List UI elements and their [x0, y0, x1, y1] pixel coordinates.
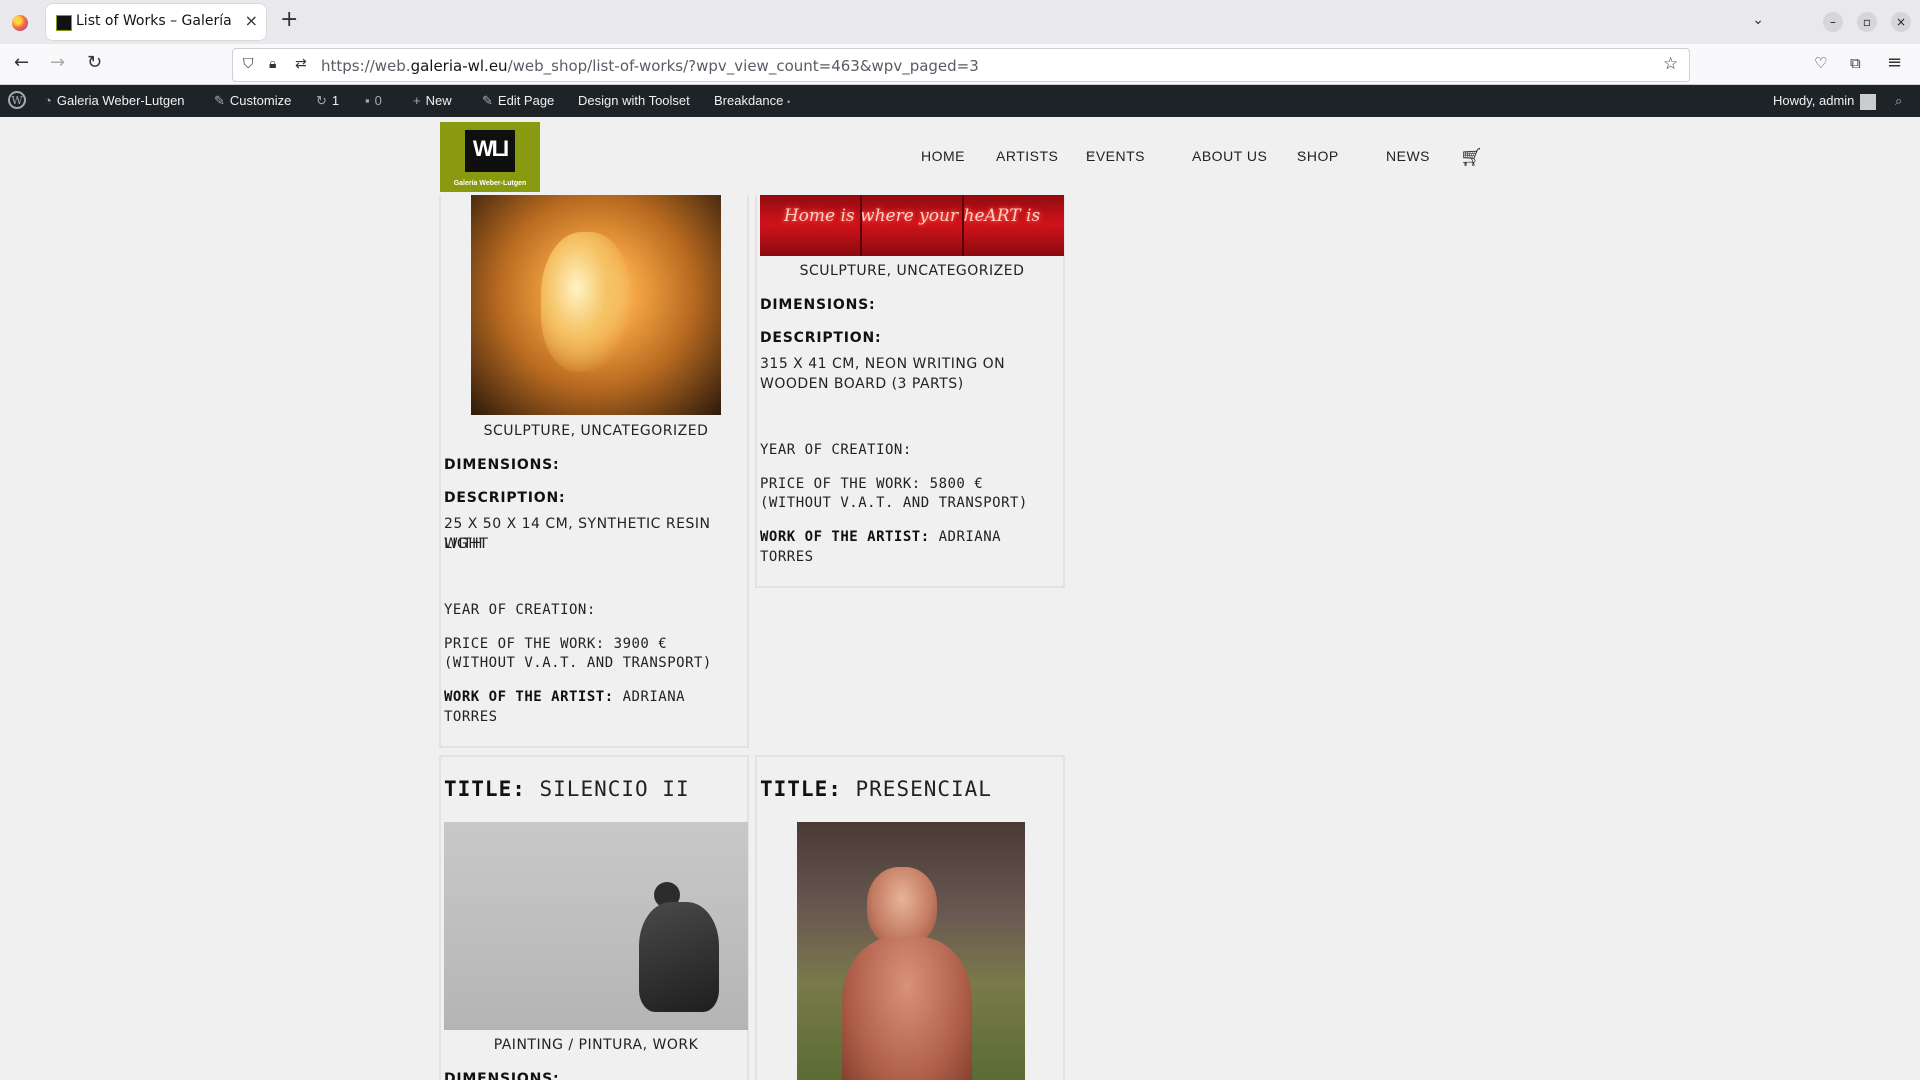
price-line: (WITHOUT V.A.T. AND TRANSPORT) [760, 495, 1028, 511]
browser-nav-bar: ← → ↻ ⛉ 🔒︎ ⇄ https://web.galeria-wl.eu/w… [0, 44, 1920, 85]
neon-text: Home is where your heART is [783, 206, 1041, 226]
comment-icon: ▪ [365, 93, 370, 108]
figure-body [842, 937, 972, 1080]
pencil-icon: ✎ [482, 93, 493, 108]
site-header: WLI Galería Weber-Lutgen HOME ARTISTS EV… [0, 117, 1920, 195]
artist-name[interactable]: TORRES [760, 547, 814, 567]
wordpress-icon[interactable]: W [8, 91, 26, 109]
extensions-icon[interactable]: ⧉ [1850, 53, 1861, 73]
address-bar[interactable]: ⛉ 🔒︎ ⇄ https://web.galeria-wl.eu/web_sho… [232, 48, 1690, 82]
menu-icon[interactable]: ≡ [1887, 53, 1902, 73]
price-line: PRICE OF THE WORK: 5800 € [760, 476, 984, 492]
close-window-icon[interactable]: × [1891, 12, 1911, 32]
artist-line: WORK OF THE ARTIST: ADRIANA [444, 689, 686, 705]
admin-account[interactable]: Howdy, admin [1773, 93, 1877, 110]
admin-new[interactable]: + New [413, 93, 452, 108]
brush-icon: ✎ [214, 93, 225, 108]
artwork-image[interactable] [471, 195, 721, 415]
restore-icon[interactable]: ▫ [1857, 12, 1877, 32]
updates-icon: ↻ [316, 93, 327, 108]
admin-breakdance[interactable]: Breakdance • [714, 93, 790, 108]
pocket-icon[interactable]: ♡ [1814, 53, 1827, 73]
nav-home[interactable]: HOME [921, 148, 965, 164]
description-label: DESCRIPTION: [760, 330, 882, 346]
wp-admin-bar: W ◔ Galeria Weber-Lutgen ✎ Customize ↻ 1 ▪ 0… [0, 85, 1920, 117]
work-categories: SCULPTURE, UNCATEGORIZED [483, 423, 709, 439]
work-categories: SCULPTURE, UNCATEGORIZED [799, 263, 1025, 279]
artwork-image[interactable] [797, 822, 1025, 1080]
close-tab-icon[interactable]: × [245, 11, 258, 30]
site-favicon-icon [56, 15, 72, 31]
dimensions-label: DIMENSIONS: [760, 297, 876, 313]
admin-updates[interactable]: ↻ 1 [316, 93, 339, 109]
nav-news[interactable]: NEWS [1386, 148, 1430, 164]
dimensions-label: DIMENSIONS: [444, 457, 560, 473]
forward-icon[interactable]: → [50, 53, 65, 73]
dashboard-icon: ◔ [44, 93, 52, 108]
work-title: TITLE: PRESENCIAL [760, 777, 992, 801]
price-line: (WITHOUT V.A.T. AND TRANSPORT) [444, 655, 712, 671]
minimize-icon[interactable]: – [1823, 12, 1843, 32]
year-label: YEAR OF CREATION: [760, 442, 912, 458]
work-card: SCULPTURE, UNCATEGORIZED DIMENSIONS: DES… [439, 195, 749, 748]
description-line: 25 X 50 X 14 CM, SYNTHETIC RESIN WITH [444, 516, 711, 552]
browser-tab[interactable]: List of Works – Galería W × [46, 4, 266, 40]
browser-tab-bar: List of Works – Galería W × + ⌄ – ▫ × [0, 0, 1920, 44]
search-icon[interactable]: ⌕ [1895, 93, 1902, 109]
artwork-image[interactable] [444, 822, 748, 1030]
firefox-icon [12, 15, 28, 31]
chevron-down-icon: ⌵ [1297, 148, 1306, 160]
works-list: SCULPTURE, UNCATEGORIZED DIMENSIONS: DES… [0, 195, 1920, 1080]
artist-name[interactable]: TORRES [444, 707, 498, 727]
description-line: WOODEN BOARD (3 PARTS) [760, 376, 964, 392]
artist-name[interactable]: ADRIANA [623, 689, 686, 705]
figure-head [867, 867, 937, 947]
new-tab-button[interactable]: + [280, 9, 298, 31]
avatar [1860, 93, 1877, 110]
bookmark-star-icon[interactable]: ☆ [1663, 54, 1678, 74]
url-text[interactable]: https://web.galeria-wl.eu/web_shop/list-… [321, 57, 979, 75]
admin-toolset[interactable]: Design with Toolset [578, 93, 690, 108]
site-logo[interactable]: WLI Galería Weber-Lutgen [440, 122, 540, 192]
admin-comments[interactable]: ▪ 0 [365, 93, 382, 108]
logo-mark: WLI [465, 130, 515, 172]
sculpture-shape [541, 232, 631, 372]
panel-divider [860, 195, 862, 256]
work-categories: PAINTING / PINTURA, WORK [493, 1037, 699, 1053]
nav-about[interactable]: ABOUT US [1192, 148, 1267, 164]
dimensions-label: DIMENSIONS: [444, 1071, 560, 1080]
panel-divider [962, 195, 964, 256]
plus-icon: + [413, 93, 421, 108]
reload-icon[interactable]: ↻ [87, 53, 102, 73]
artwork-image[interactable]: Home is where your heART is [760, 195, 1064, 256]
artist-line: WORK OF THE ARTIST: ADRIANA [760, 529, 1002, 545]
admin-edit-page[interactable]: ✎ Edit Page [482, 93, 554, 109]
tab-title: List of Works – Galería W [76, 13, 236, 29]
logo-caption: Galería Weber-Lutgen [453, 180, 527, 187]
permissions-icon[interactable]: ⇄ [295, 56, 307, 72]
lock-icon[interactable]: 🔒︎ [269, 56, 276, 72]
work-card: TITLE: SILENCIO II PAINTING / PINTURA, W… [439, 755, 749, 1080]
description-line: LIGHT [444, 536, 489, 552]
description-line: 315 X 41 CM, NEON WRITING ON [760, 356, 1006, 372]
admin-customize[interactable]: ✎ Customize [214, 93, 291, 109]
figure-body [639, 902, 719, 1012]
work-title: TITLE: SILENCIO II [444, 777, 690, 801]
admin-site-name[interactable]: ◔ Galeria Weber-Lutgen [44, 93, 185, 108]
year-label: YEAR OF CREATION: [444, 602, 596, 618]
work-card: TITLE: PRESENCIAL [755, 755, 1065, 1080]
work-card: Home is where your heART is SCULPTURE, U… [755, 195, 1065, 588]
shield-icon[interactable]: ⛉ [243, 56, 254, 72]
description-label: DESCRIPTION: [444, 490, 566, 506]
cart-icon[interactable]: 🛒︎ [1460, 147, 1483, 168]
nav-artists[interactable]: ARTISTS [996, 148, 1058, 164]
artist-name[interactable]: ADRIANA [939, 529, 1002, 545]
chevron-down-icon: ⌵ [1086, 148, 1095, 160]
price-line: PRICE OF THE WORK: 3900 € [444, 636, 668, 652]
back-icon[interactable]: ← [14, 53, 29, 73]
chevron-down-icon[interactable]: ⌄ [1752, 12, 1764, 28]
